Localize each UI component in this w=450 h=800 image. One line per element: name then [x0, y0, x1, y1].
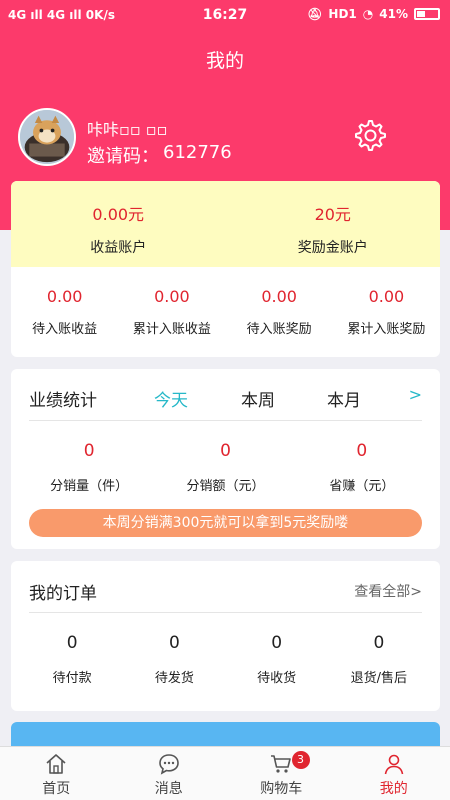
tab-today[interactable]: 今天	[154, 386, 188, 411]
settings-gear-icon[interactable]	[352, 118, 386, 152]
invite-label: 邀请码：	[87, 146, 159, 167]
total-reward-label: 累计入账奖励	[347, 322, 426, 337]
user-icon	[384, 754, 404, 775]
invite-code-row: 邀请码： 612776	[87, 142, 232, 168]
orders-card: 我的订单 查看全部> 0 待付款 0 待发货 0 待收货 0 退货/售后	[11, 561, 440, 711]
order-label: 待发货	[154, 671, 194, 686]
order-count: 0	[168, 633, 180, 653]
pending-reward-label: 待入账奖励	[246, 322, 312, 337]
accounts-summary: 0.00元 收益账户 20元 奖励金账户	[11, 181, 440, 267]
order-count: 0	[373, 633, 385, 653]
stat-sales-amount: 0 分销额（元）	[157, 421, 293, 509]
order-status-row: 0 待付款 0 待发货 0 待收货 0 退货/售后	[21, 613, 430, 705]
tab-messages[interactable]: 消息	[113, 747, 226, 800]
stat-label: 分销量（件）	[50, 479, 129, 494]
status-bar: 4G ıll 4G ıll 0K/s 16:27 🔕︎ HD1 ◔ 41%	[0, 0, 450, 32]
stat-sales-count: 0 分销量（件）	[21, 421, 157, 509]
tab-week[interactable]: 本周	[241, 386, 275, 411]
reward-account[interactable]: 20元 奖励金账户	[226, 181, 441, 267]
performance-card: 业绩统计 今天 本周 本月 > 0 分销量（件） 0 分销额（元） 0 省赚（元…	[11, 369, 440, 549]
performance-header: 业绩统计 今天 本周 本月 >	[29, 369, 422, 421]
reward-banner[interactable]: 本周分销满300元就可以拿到5元奖励喽	[29, 509, 422, 537]
message-icon	[158, 754, 179, 775]
income-account-label: 收益账户	[90, 240, 147, 256]
order-label: 待付款	[52, 671, 92, 686]
chevron-right-icon[interactable]: >	[409, 385, 422, 404]
income-account-value: 0.00元	[92, 205, 145, 224]
income-account[interactable]: 0.00元 收益账户	[11, 181, 226, 267]
tab-label: 我的	[379, 781, 408, 797]
performance-title: 业绩统计	[29, 391, 97, 411]
performance-stats: 0 分销量（件） 0 分销额（元） 0 省赚（元）	[21, 421, 430, 509]
tab-label: 首页	[42, 781, 71, 797]
home-icon	[46, 754, 66, 774]
status-right: 🔕︎ HD1 ◔ 41%	[307, 7, 440, 21]
total-reward[interactable]: 0.00 累计入账奖励	[333, 267, 440, 357]
pending-reward-value: 0.00	[261, 287, 297, 306]
stat-label: 省赚（元）	[329, 479, 395, 494]
order-pending-shipment[interactable]: 0 待发货	[123, 613, 225, 705]
stat-value: 0	[220, 441, 231, 461]
total-reward-value: 0.00	[368, 287, 405, 306]
cart-icon	[271, 755, 292, 773]
stat-savings: 0 省赚（元）	[294, 421, 430, 509]
orders-title: 我的订单	[29, 584, 97, 604]
accounts-card: 0.00元 收益账户 20元 奖励金账户 0.00 待入账收益 0.00 累计入…	[11, 181, 440, 357]
page-title: 我的	[205, 50, 244, 72]
stat-value: 0	[83, 441, 95, 461]
tab-label: 消息	[154, 781, 183, 797]
accounts-details: 0.00 待入账收益 0.00 累计入账收益 0.00 待入账奖励 0.00 累…	[11, 267, 440, 357]
mute-icon: 🔕︎	[307, 7, 323, 21]
pending-income-label: 待入账收益	[32, 322, 98, 337]
reward-account-value: 20元	[314, 205, 351, 224]
total-income-value: 0.00	[154, 287, 190, 306]
order-label: 待收货	[257, 671, 297, 686]
order-count: 0	[66, 633, 78, 653]
view-all-orders-link[interactable]: 查看全部>	[354, 581, 422, 601]
order-returns[interactable]: 0 退货/售后	[328, 613, 430, 705]
hd-indicator: HD1	[328, 7, 357, 21]
username: 咔咔▫▫ ▫▫	[87, 120, 168, 139]
stat-value: 0	[356, 441, 368, 461]
tab-month[interactable]: 本月	[327, 386, 361, 411]
avatar[interactable]	[18, 108, 76, 166]
tab-cart[interactable]: 3 购物车	[225, 747, 338, 800]
invite-code: 612776	[163, 142, 232, 163]
order-pending-receipt[interactable]: 0 待收货	[226, 613, 328, 705]
stat-label: 分销额（元）	[186, 479, 265, 494]
avatar-image	[20, 110, 74, 164]
orders-header: 我的订单 查看全部>	[29, 561, 422, 613]
order-pending-payment[interactable]: 0 待付款	[21, 613, 123, 705]
order-label: 退货/售后	[350, 671, 408, 686]
tab-label: 购物车	[260, 781, 303, 797]
battery-icon	[414, 8, 440, 20]
wifi-icon: ◔	[362, 7, 374, 21]
reward-account-label: 奖励金账户	[297, 240, 368, 256]
bottom-tab-bar: 首页 消息 3 购物车 我的	[0, 746, 450, 800]
order-count: 0	[271, 633, 283, 653]
battery-percent: 41%	[379, 7, 408, 21]
total-income-label: 累计入账收益	[132, 322, 211, 337]
pending-income[interactable]: 0.00 待入账收益	[11, 267, 118, 357]
cart-badge: 3	[291, 751, 310, 769]
tab-home[interactable]: 首页	[0, 747, 113, 800]
total-income[interactable]: 0.00 累计入账收益	[118, 267, 225, 357]
pending-reward[interactable]: 0.00 待入账奖励	[226, 267, 333, 357]
pending-income-value: 0.00	[46, 287, 83, 306]
tab-profile[interactable]: 我的	[338, 747, 450, 800]
